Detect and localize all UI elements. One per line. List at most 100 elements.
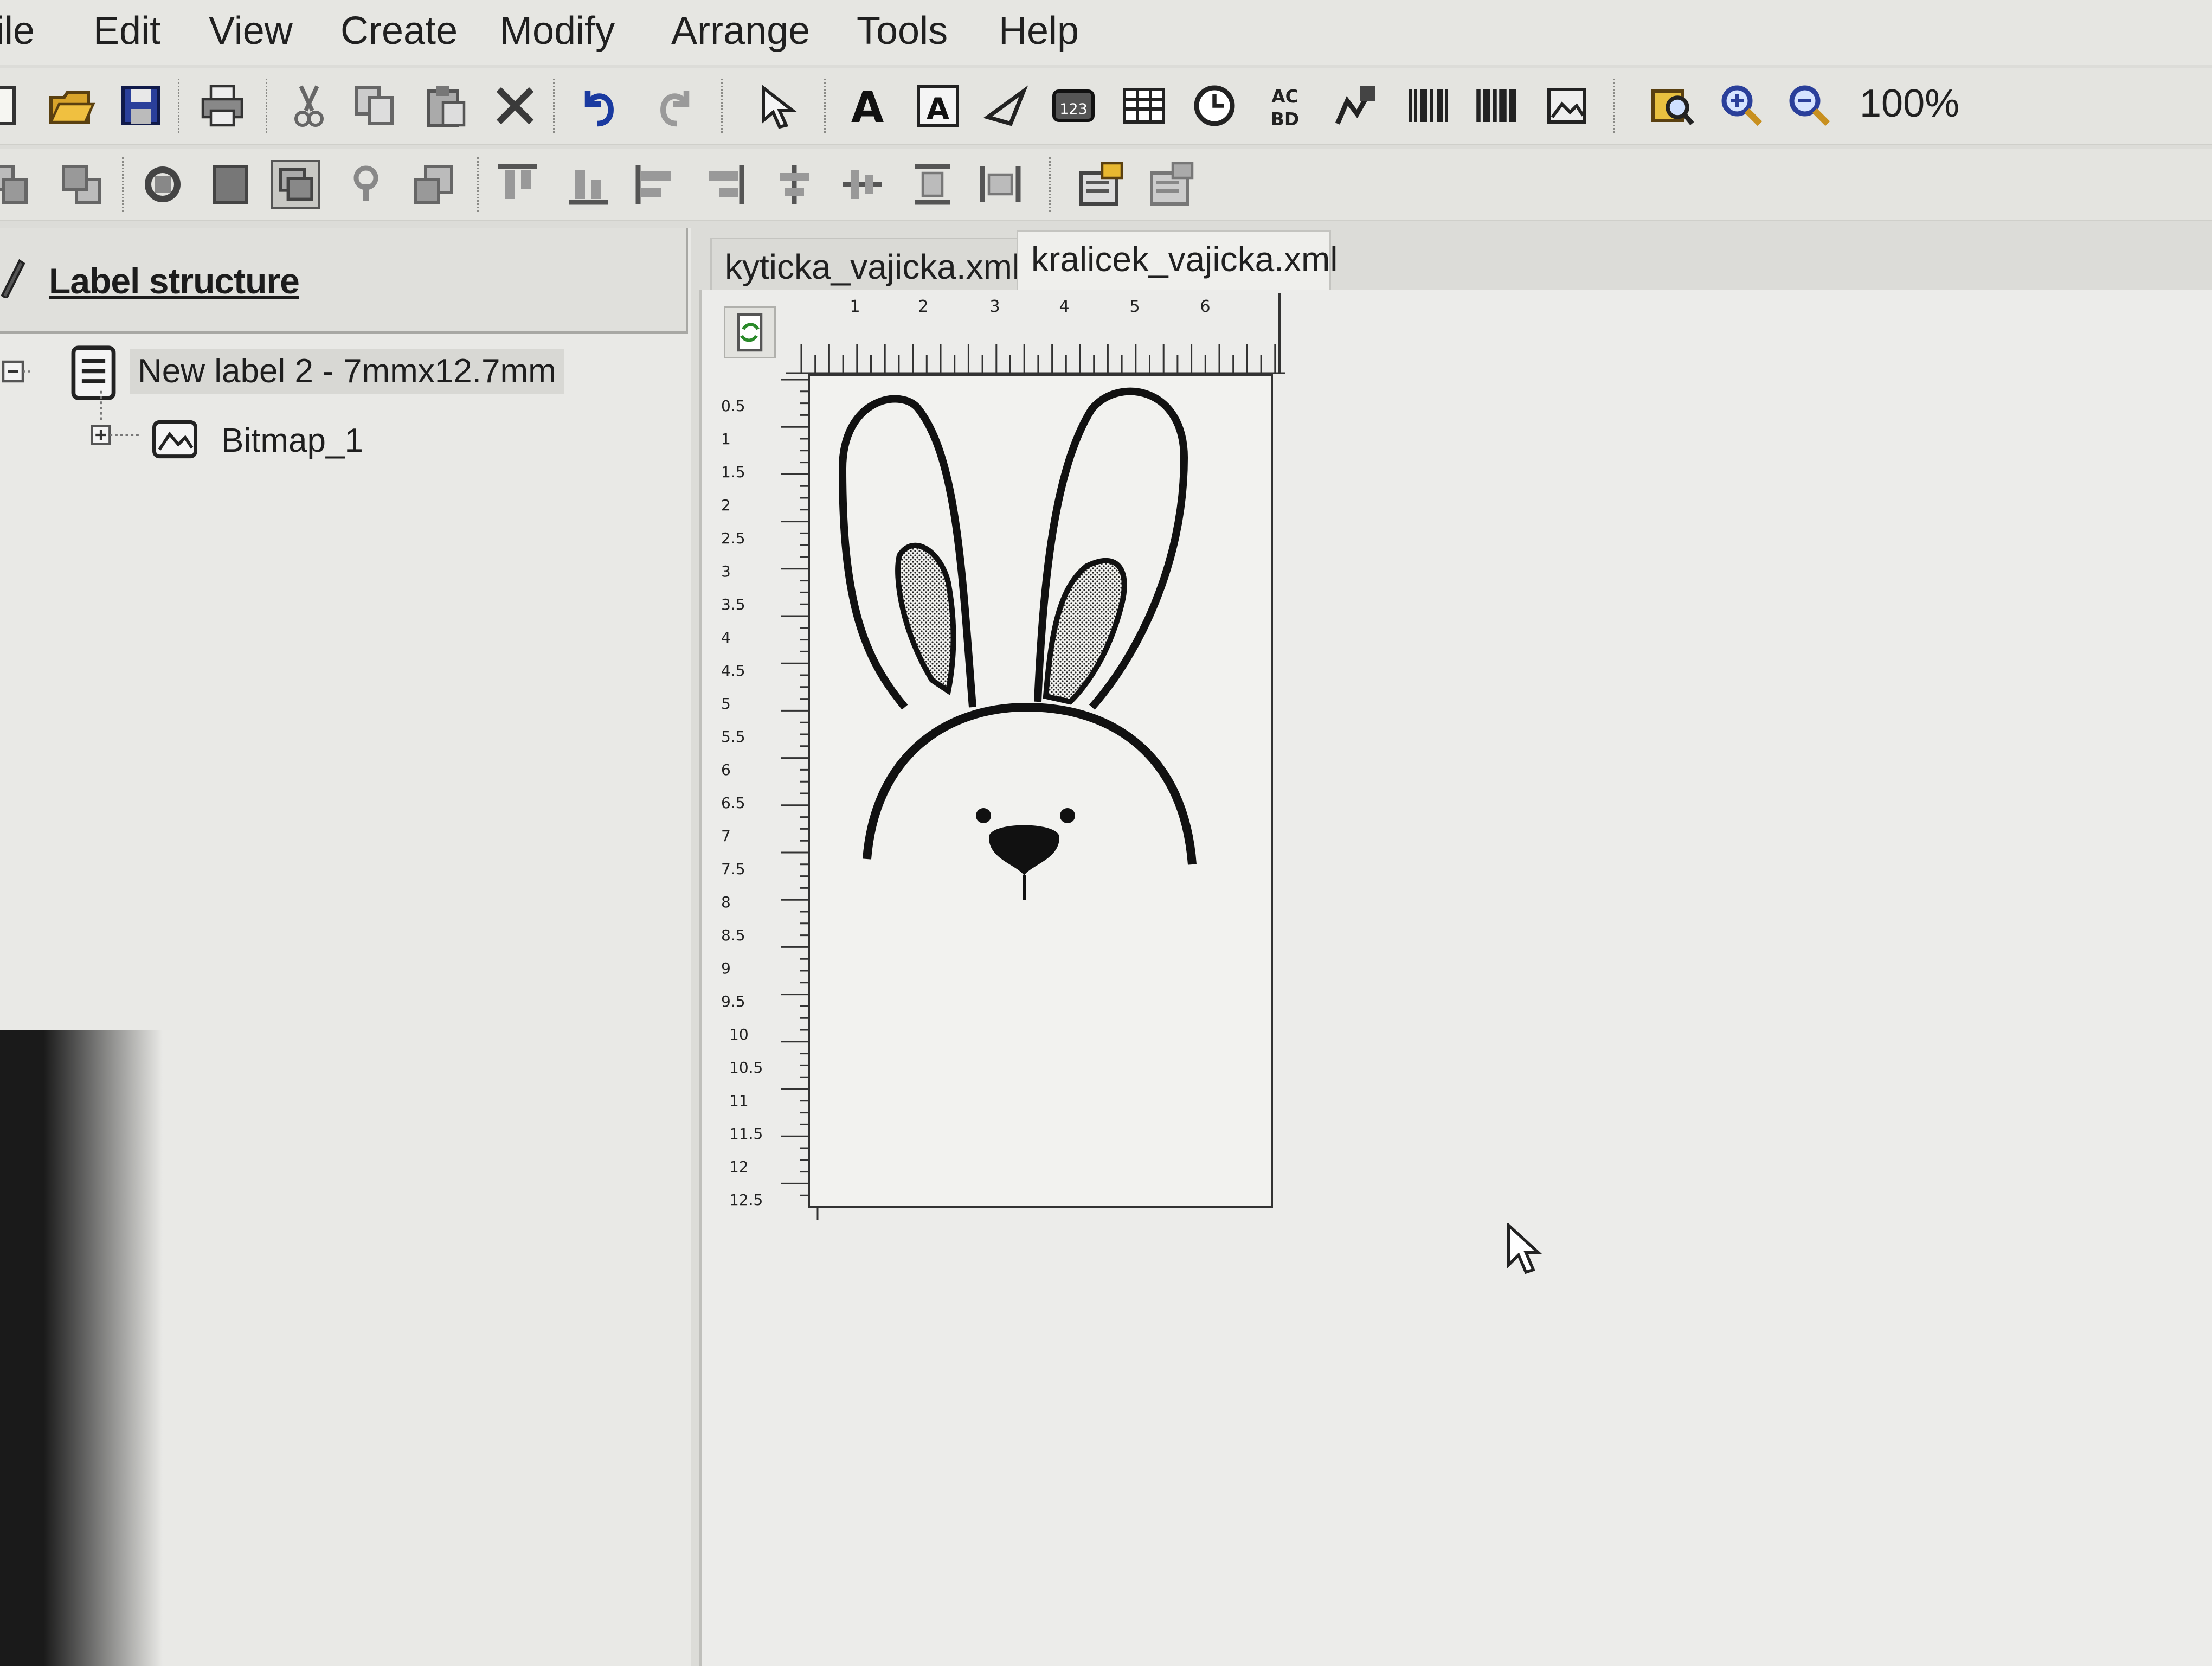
preview-icon[interactable] xyxy=(1648,81,1697,130)
text-icon[interactable]: A xyxy=(843,81,892,130)
collapse-icon[interactable] xyxy=(0,355,33,388)
v-ruler-label: 1 xyxy=(721,430,731,448)
tree-root[interactable]: New label 2 - 7mmx12.7mm xyxy=(0,344,564,400)
toolbar-separator xyxy=(1049,157,1054,212)
line-icon[interactable] xyxy=(981,81,1030,130)
rotate-icon[interactable] xyxy=(138,160,187,209)
v-ruler-label: 7 xyxy=(721,827,731,845)
center-horizontal-icon[interactable] xyxy=(838,160,886,209)
horizontal-ruler: 1 2 3 4 5 6 xyxy=(786,293,1285,374)
v-ruler-label: 3 xyxy=(721,562,731,580)
ungroup-icon[interactable] xyxy=(409,160,458,209)
bring-front-icon[interactable] xyxy=(57,160,106,209)
svg-text:123: 123 xyxy=(1059,101,1088,118)
svg-text:BD: BD xyxy=(1271,108,1300,130)
v-ruler-label: 8 xyxy=(721,893,731,911)
menu-edit[interactable]: Edit xyxy=(93,9,160,53)
v-ruler-label: 12 xyxy=(729,1158,749,1176)
menu-file[interactable]: ile xyxy=(0,9,35,53)
screen-edge-shadow xyxy=(0,1030,163,1666)
panel-title: Label structure xyxy=(49,261,300,301)
save-icon[interactable] xyxy=(117,81,165,130)
h-ruler-label: 4 xyxy=(1059,297,1069,316)
v-ruler-label: 7.5 xyxy=(721,860,745,878)
v-ruler-label: 8.5 xyxy=(721,926,745,944)
align-top-icon[interactable] xyxy=(493,160,542,209)
mouse-cursor-icon xyxy=(1507,1223,1542,1274)
align-bottom-icon[interactable] xyxy=(564,160,613,209)
counter-icon[interactable]: 123 xyxy=(1049,81,1098,130)
center-vertical-icon[interactable] xyxy=(770,160,819,209)
zoom-out-icon[interactable] xyxy=(1784,81,1832,130)
distribute-vertical-icon[interactable] xyxy=(908,160,957,209)
v-ruler-label: 4 xyxy=(721,629,731,646)
distribute-horizontal-icon[interactable] xyxy=(976,160,1025,209)
clock-icon[interactable] xyxy=(1190,81,1239,130)
v-ruler-label: 4.5 xyxy=(721,662,745,680)
menu-arrange[interactable]: Arrange xyxy=(671,9,810,53)
variable-text-icon[interactable]: AC BD xyxy=(1261,81,1309,130)
copy-icon[interactable] xyxy=(350,81,398,130)
table-icon[interactable] xyxy=(1120,81,1168,130)
tree-root-label[interactable]: New label 2 - 7mmx12.7mm xyxy=(130,349,564,394)
v-ruler-label: 6 xyxy=(721,761,731,779)
bunny-bitmap[interactable] xyxy=(810,376,1271,1206)
v-ruler-label: 3.5 xyxy=(721,595,745,613)
v-ruler-label: 5.5 xyxy=(721,728,745,746)
tree-child[interactable]: Bitmap_1 xyxy=(76,390,455,469)
delete-icon[interactable] xyxy=(491,81,539,130)
picture-edit-icon[interactable] xyxy=(1331,81,1380,130)
menu-help[interactable]: Help xyxy=(999,9,1079,53)
svg-text:A: A xyxy=(851,84,884,130)
svg-text:AC: AC xyxy=(1271,86,1298,107)
toolbar-separator xyxy=(178,79,183,133)
refresh-button[interactable] xyxy=(724,306,776,358)
expand-icon[interactable] xyxy=(87,390,157,458)
paste-icon[interactable] xyxy=(420,81,469,130)
toolbar-separator xyxy=(824,79,829,133)
bitmap-icon xyxy=(152,420,197,459)
v-ruler-label: 2.5 xyxy=(721,529,745,547)
select-arrow-icon[interactable] xyxy=(754,81,802,130)
vertical-ruler: 0.511.522.533.544.555.566.577.588.599.51… xyxy=(721,374,819,1220)
properties2-icon[interactable] xyxy=(1147,160,1195,209)
fill-icon[interactable] xyxy=(206,160,255,209)
tab-kyticka[interactable]: kyticka_vajicka.xml xyxy=(710,238,1020,292)
print-icon[interactable] xyxy=(198,81,247,130)
tree-child-label[interactable]: Bitmap_1 xyxy=(221,421,363,460)
lock-icon[interactable] xyxy=(342,160,390,209)
rich-text-icon[interactable]: A xyxy=(914,81,962,130)
label-canvas[interactable] xyxy=(808,374,1273,1208)
toolbar-separator xyxy=(266,79,271,133)
open-icon[interactable] xyxy=(46,81,95,130)
align-right-icon[interactable] xyxy=(699,160,748,209)
h-ruler-label: 3 xyxy=(989,297,1000,316)
v-ruler-label: 10.5 xyxy=(729,1059,763,1077)
v-ruler-label: 10 xyxy=(729,1026,749,1043)
v-ruler-label: 11.5 xyxy=(729,1125,763,1143)
properties-icon[interactable] xyxy=(1076,160,1125,209)
tab-kralicek[interactable]: kralicek_vajicka.xml xyxy=(1017,230,1338,292)
new-icon[interactable] xyxy=(0,81,27,130)
menu-create[interactable]: Create xyxy=(340,9,458,53)
arrange-toolbar xyxy=(0,149,2212,221)
menu-modify[interactable]: Modify xyxy=(500,9,615,53)
h-ruler-label: 5 xyxy=(1129,297,1140,316)
v-ruler-label: 0.5 xyxy=(721,397,745,415)
svg-text:A: A xyxy=(927,92,949,126)
group-icon[interactable] xyxy=(271,160,320,209)
v-ruler-label: 11 xyxy=(729,1092,749,1110)
undo-icon[interactable] xyxy=(575,81,623,130)
barcode2-icon[interactable] xyxy=(1472,81,1521,130)
redo-icon[interactable] xyxy=(651,81,699,130)
v-ruler-label: 9.5 xyxy=(721,992,745,1010)
align-left-icon[interactable] xyxy=(632,160,680,209)
menu-view[interactable]: View xyxy=(209,9,293,53)
barcode-icon[interactable] xyxy=(1404,81,1453,130)
image-icon[interactable] xyxy=(1542,81,1591,130)
zoom-in-icon[interactable] xyxy=(1716,81,1765,130)
send-back-icon[interactable] xyxy=(0,160,33,209)
zoom-level[interactable]: 100% xyxy=(1860,81,1959,126)
cut-icon[interactable] xyxy=(285,81,333,130)
menu-tools[interactable]: Tools xyxy=(857,9,948,53)
